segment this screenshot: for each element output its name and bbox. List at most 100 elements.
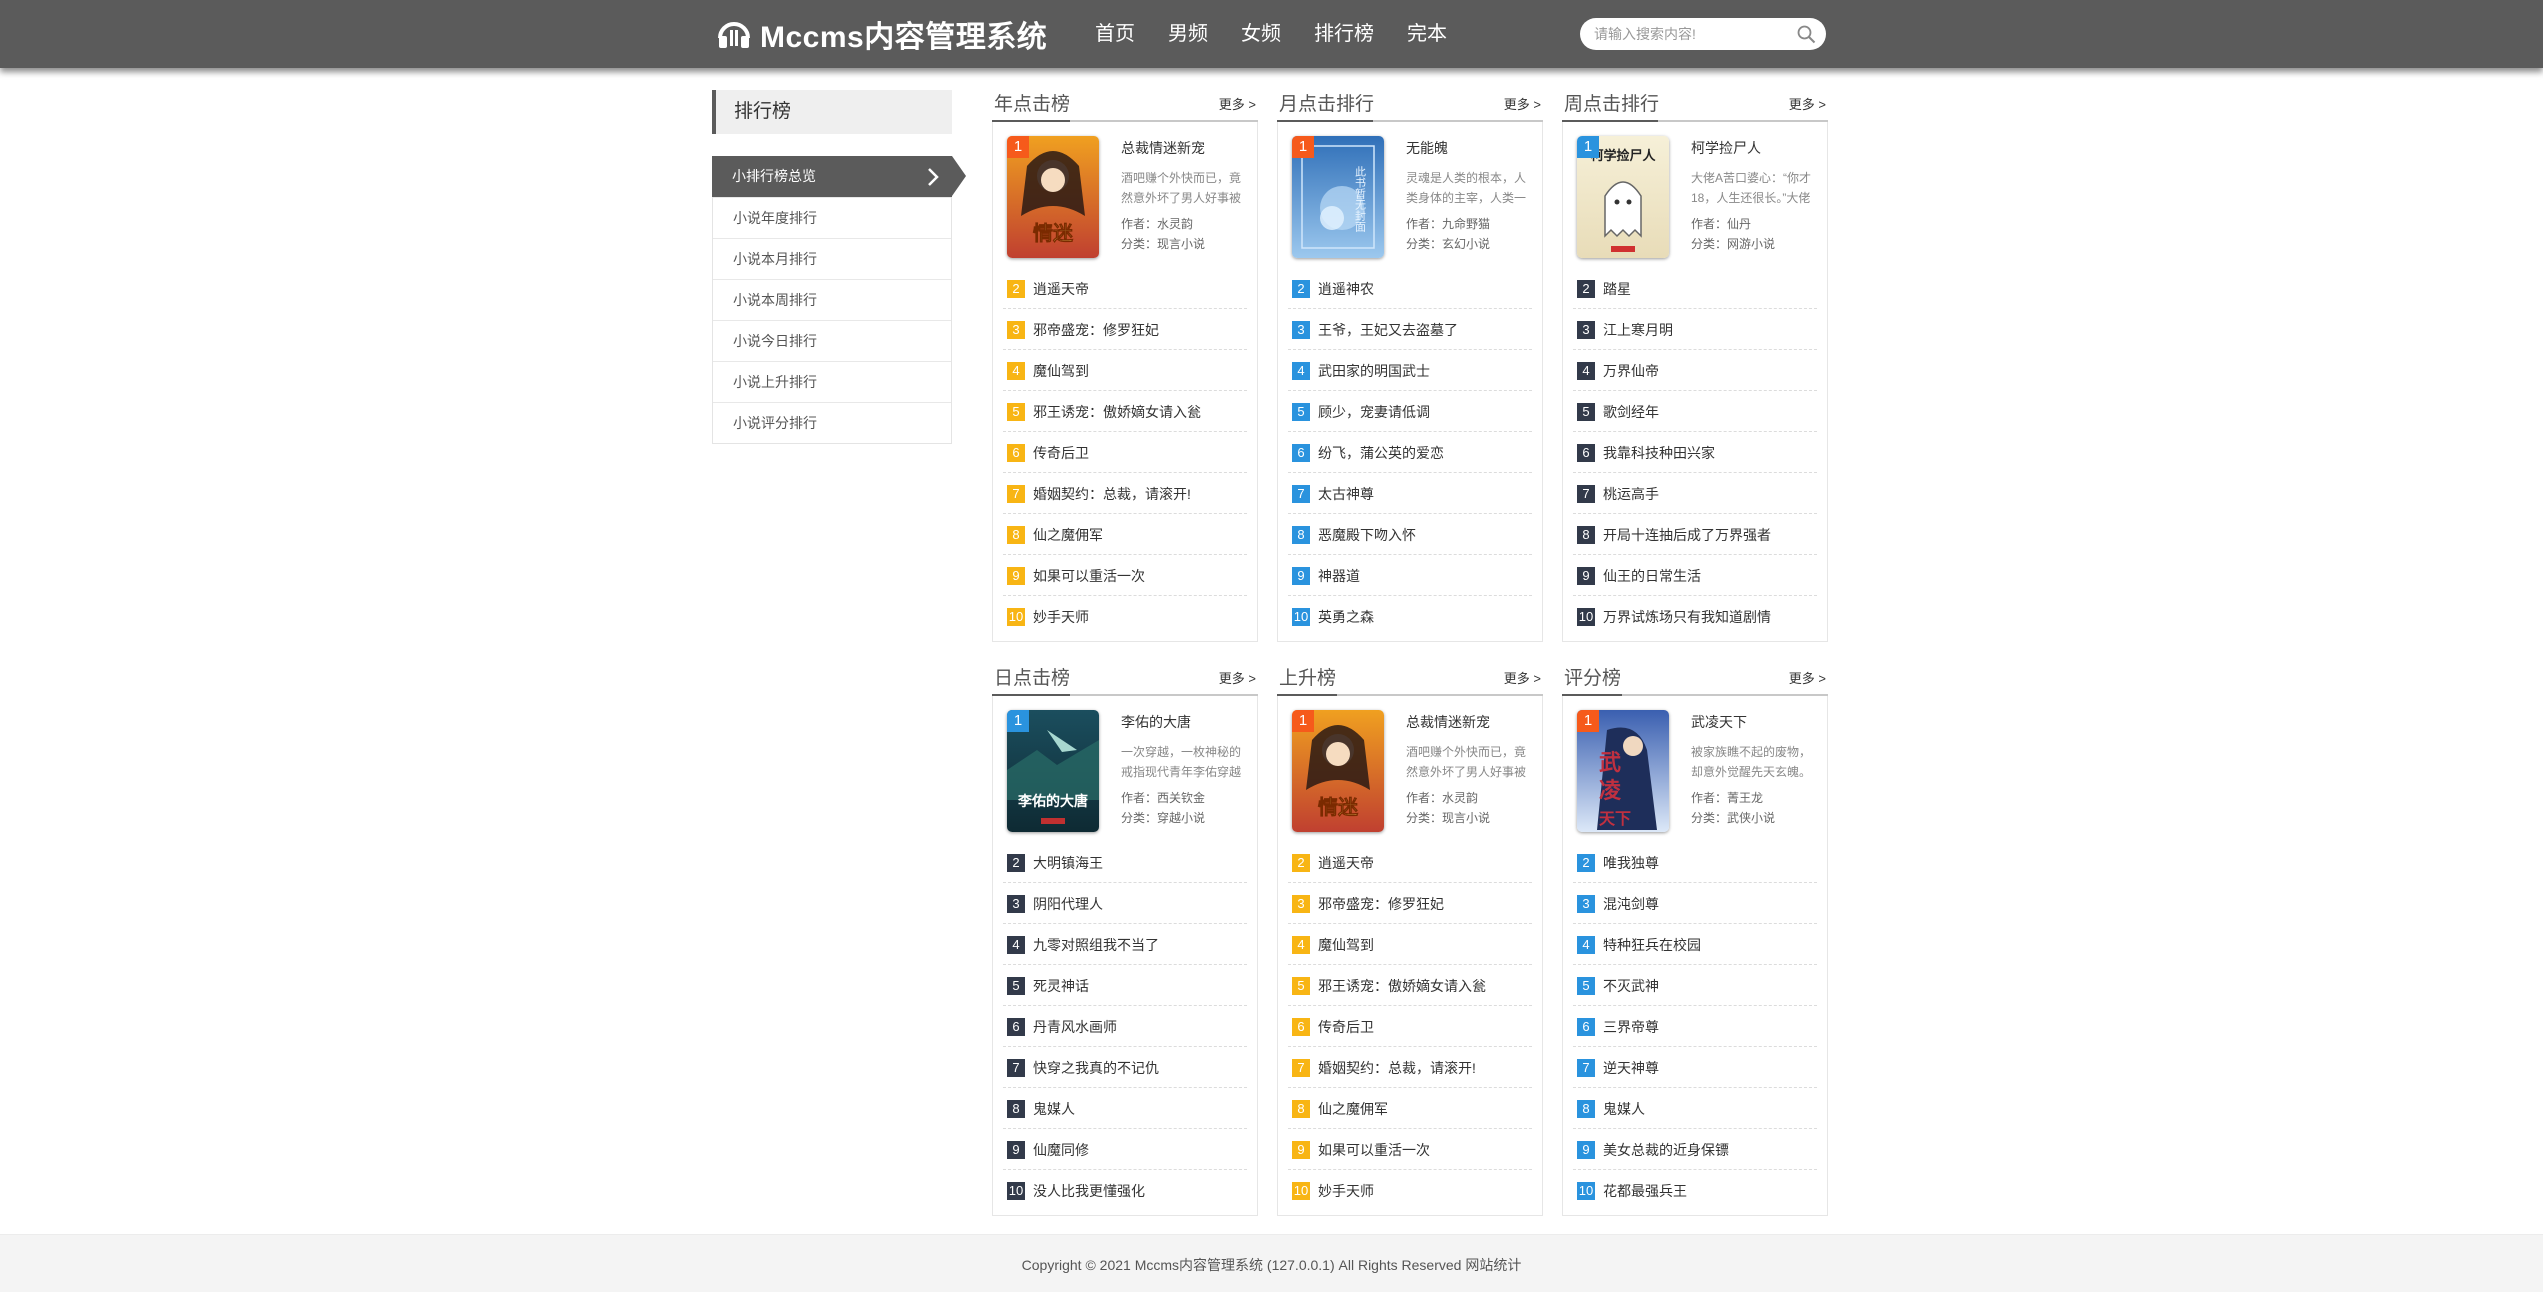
book-title-link[interactable]: 恶魔殿下吻入怀 (1318, 526, 1416, 544)
book-title-link[interactable]: 鬼媒人 (1033, 1100, 1075, 1118)
rank-list-item[interactable]: 2 大明镇海王 (1003, 842, 1247, 883)
rank-list-item[interactable]: 7 婚姻契约：总裁，请滚开! (1003, 473, 1247, 514)
rank-list-item[interactable]: 6 我靠科技种田兴家 (1573, 432, 1817, 473)
rank-list-item[interactable]: 2 逍遥天帝 (1288, 842, 1532, 883)
book-title-link[interactable]: 歌剑经年 (1603, 403, 1659, 421)
top-book-title[interactable]: 柯学捡尸人 (1691, 138, 1761, 158)
rank-list-item[interactable]: 4 武田家的明国武士 (1288, 350, 1532, 391)
top-ranked-book[interactable]: 情迷 1 总裁情迷新宠 酒吧赚个外快而已，竟然意外坏了男人好事被 作者：水灵韵 … (1003, 122, 1247, 258)
rank-list-item[interactable]: 4 特种狂兵在校园 (1573, 924, 1817, 965)
more-link[interactable]: 更多 > (1789, 670, 1826, 688)
sidebar-item-rising[interactable]: 小说上升排行 (713, 361, 951, 402)
book-title-link[interactable]: 万界试炼场只有我知道剧情 (1603, 608, 1771, 626)
rank-list-item[interactable]: 3 邪帝盛宠：修罗狂妃 (1288, 883, 1532, 924)
rank-list-item[interactable]: 9 仙魔同修 (1003, 1129, 1247, 1170)
rank-list-item[interactable]: 9 美女总裁的近身保镖 (1573, 1129, 1817, 1170)
sidebar-item-rating[interactable]: 小说评分排行 (713, 402, 951, 443)
book-cover[interactable]: 情迷 1 (1292, 710, 1384, 832)
nav-male[interactable]: 男频 (1168, 20, 1208, 48)
rank-list-item[interactable]: 8 开局十连抽后成了万界强者 (1573, 514, 1817, 555)
book-title-link[interactable]: 九零对照组我不当了 (1033, 936, 1159, 954)
top-book-title[interactable]: 李佑的大唐 (1121, 712, 1191, 732)
rank-list-item[interactable]: 8 恶魔殿下吻入怀 (1288, 514, 1532, 555)
rank-list-item[interactable]: 4 魔仙驾到 (1003, 350, 1247, 391)
book-title-link[interactable]: 王爷，王妃又去盗墓了 (1318, 321, 1458, 339)
rank-list-item[interactable]: 2 逍遥天帝 (1003, 268, 1247, 309)
book-title-link[interactable]: 江上寒月明 (1603, 321, 1673, 339)
rank-list-item[interactable]: 5 歌剑经年 (1573, 391, 1817, 432)
sidebar-item-monthly[interactable]: 小说本月排行 (713, 238, 951, 279)
book-cover[interactable]: 此书暂无封面 1 (1292, 136, 1384, 258)
top-ranked-book[interactable]: 李佑的大唐 1 李佑的大唐 一次穿越，一枚神秘的戒指现代青年李佑穿越 作者：西关… (1003, 696, 1247, 832)
rank-list-item[interactable]: 8 仙之魔佣军 (1288, 1088, 1532, 1129)
rank-list-item[interactable]: 7 快穿之我真的不记仇 (1003, 1047, 1247, 1088)
rank-list-item[interactable]: 5 顾少，宠妻请低调 (1288, 391, 1532, 432)
book-title-link[interactable]: 顾少，宠妻请低调 (1318, 403, 1430, 421)
book-title-link[interactable]: 逆天神尊 (1603, 1059, 1659, 1077)
rank-list-item[interactable]: 4 九零对照组我不当了 (1003, 924, 1247, 965)
book-title-link[interactable]: 仙之魔佣军 (1033, 526, 1103, 544)
top-book-title[interactable]: 武凌天下 (1691, 712, 1747, 732)
rank-list-item[interactable]: 10 花都最强兵王 (1573, 1170, 1817, 1211)
book-title-link[interactable]: 美女总裁的近身保镖 (1603, 1141, 1729, 1159)
book-title-link[interactable]: 武田家的明国武士 (1318, 362, 1430, 380)
rank-list-item[interactable]: 8 鬼媒人 (1003, 1088, 1247, 1129)
sidebar-item-weekly[interactable]: 小说本周排行 (713, 279, 951, 320)
book-cover[interactable]: 武凌天下 1 (1577, 710, 1669, 832)
rank-list-item[interactable]: 3 混沌剑尊 (1573, 883, 1817, 924)
book-title-link[interactable]: 邪帝盛宠：修罗狂妃 (1033, 321, 1159, 339)
more-link[interactable]: 更多 > (1219, 670, 1256, 688)
book-title-link[interactable]: 魔仙驾到 (1318, 936, 1374, 954)
more-link[interactable]: 更多 > (1504, 670, 1541, 688)
rank-list-item[interactable]: 6 丹青风水画师 (1003, 1006, 1247, 1047)
book-title-link[interactable]: 逍遥天帝 (1318, 854, 1374, 872)
book-title-link[interactable]: 仙魔同修 (1033, 1141, 1089, 1159)
rank-list-item[interactable]: 9 如果可以重活一次 (1288, 1129, 1532, 1170)
top-ranked-book[interactable]: 柯学捡尸人 1 柯学捡尸人 大佬A苦口婆心：“你才18，人生还很长。”大佬 作者… (1573, 122, 1817, 258)
rank-list-item[interactable]: 2 唯我独尊 (1573, 842, 1817, 883)
book-title-link[interactable]: 婚姻契约：总裁，请滚开! (1033, 485, 1191, 503)
book-cover[interactable]: 情迷 1 (1007, 136, 1099, 258)
book-title-link[interactable]: 纷飞，蒲公英的爱恋 (1318, 444, 1444, 462)
search-input[interactable] (1594, 24, 1784, 44)
more-link[interactable]: 更多 > (1789, 96, 1826, 114)
sidebar-item-overview[interactable]: 小排行榜总览 (712, 156, 966, 197)
book-title-link[interactable]: 邪帝盛宠：修罗狂妃 (1318, 895, 1444, 913)
top-ranked-book[interactable]: 此书暂无封面 1 无能魄 灵魂是人类的根本，人类身体的主宰，人类一 作者：九命野… (1288, 122, 1532, 258)
book-title-link[interactable]: 大明镇海王 (1033, 854, 1103, 872)
book-title-link[interactable]: 传奇后卫 (1033, 444, 1089, 462)
rank-list-item[interactable]: 5 死灵神话 (1003, 965, 1247, 1006)
book-title-link[interactable]: 英勇之森 (1318, 608, 1374, 626)
rank-list-item[interactable]: 6 传奇后卫 (1288, 1006, 1532, 1047)
rank-list-item[interactable]: 10 英勇之森 (1288, 596, 1532, 637)
rank-list-item[interactable]: 9 神器道 (1288, 555, 1532, 596)
book-title-link[interactable]: 妙手天师 (1318, 1182, 1374, 1200)
book-title-link[interactable]: 特种狂兵在校园 (1603, 936, 1701, 954)
rank-list-item[interactable]: 3 阴阳代理人 (1003, 883, 1247, 924)
rank-list-item[interactable]: 7 婚姻契约：总裁，请滚开! (1288, 1047, 1532, 1088)
book-title-link[interactable]: 桃运高手 (1603, 485, 1659, 503)
book-title-link[interactable]: 我靠科技种田兴家 (1603, 444, 1715, 462)
rank-list-item[interactable]: 4 魔仙驾到 (1288, 924, 1532, 965)
rank-list-item[interactable]: 8 仙之魔佣军 (1003, 514, 1247, 555)
rank-list-item[interactable]: 5 邪王诱宠：傲娇嫡女请入瓮 (1003, 391, 1247, 432)
site-logo[interactable]: Mccms内容管理系统 (716, 14, 1047, 54)
rank-list-item[interactable]: 10 妙手天师 (1003, 596, 1247, 637)
top-book-title[interactable]: 总裁情迷新宠 (1406, 712, 1490, 732)
search-icon[interactable] (1796, 24, 1816, 44)
rank-list-item[interactable]: 5 邪王诱宠：傲娇嫡女请入瓮 (1288, 965, 1532, 1006)
rank-list-item[interactable]: 3 邪帝盛宠：修罗狂妃 (1003, 309, 1247, 350)
rank-list-item[interactable]: 6 三界帝尊 (1573, 1006, 1817, 1047)
rank-list-item[interactable]: 3 江上寒月明 (1573, 309, 1817, 350)
book-title-link[interactable]: 魔仙驾到 (1033, 362, 1089, 380)
book-title-link[interactable]: 三界帝尊 (1603, 1018, 1659, 1036)
rank-list-item[interactable]: 6 传奇后卫 (1003, 432, 1247, 473)
book-title-link[interactable]: 鬼媒人 (1603, 1100, 1645, 1118)
book-title-link[interactable]: 神器道 (1318, 567, 1360, 585)
more-link[interactable]: 更多 > (1219, 96, 1256, 114)
book-title-link[interactable]: 丹青风水画师 (1033, 1018, 1117, 1036)
book-title-link[interactable]: 快穿之我真的不记仇 (1033, 1059, 1159, 1077)
top-book-title[interactable]: 总裁情迷新宠 (1121, 138, 1205, 158)
sidebar-item-daily[interactable]: 小说今日排行 (713, 320, 951, 361)
top-ranked-book[interactable]: 武凌天下 1 武凌天下 被家族瞧不起的废物，却意外觉醒先天玄魄。 作者：菁王龙 … (1573, 696, 1817, 832)
